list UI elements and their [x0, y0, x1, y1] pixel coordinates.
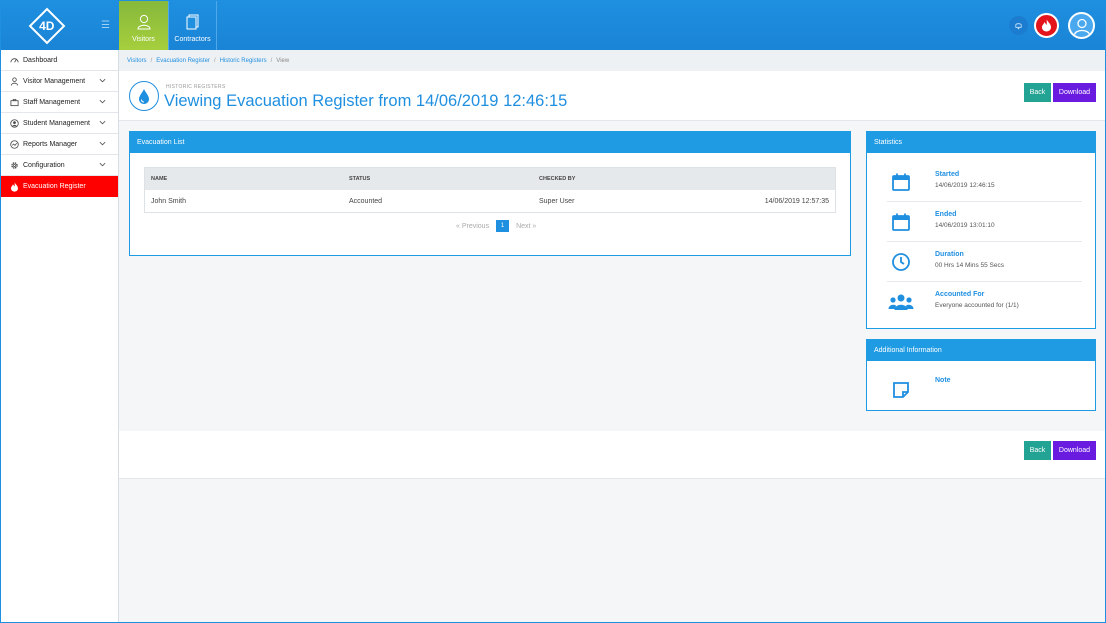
- calendar-icon: [887, 169, 915, 195]
- flame-icon: [1042, 19, 1051, 32]
- student-icon: [10, 118, 19, 128]
- clock-icon: [887, 249, 915, 275]
- drop-icon: [129, 81, 159, 111]
- footer-actions: Back Download: [119, 431, 1105, 479]
- sidebar-item-label: Visitor Management: [23, 77, 86, 85]
- breadcrumb: Visitors / Evacuation Register / Histori…: [119, 50, 1105, 71]
- stat-label: Duration: [935, 251, 964, 258]
- tab-visitors-label: Visitors: [132, 36, 155, 43]
- page-header: HISTORIC REGISTERS Viewing Evacuation Re…: [119, 71, 1105, 121]
- tab-contractors-label: Contractors: [174, 36, 211, 43]
- table-row[interactable]: John Smith Accounted Super User 14/06/20…: [145, 190, 835, 212]
- sidebar-item-label: Reports Manager: [23, 140, 78, 148]
- cell-status: Accounted: [349, 197, 383, 205]
- person-icon: [136, 14, 151, 30]
- sidebar-item-configuration[interactable]: Configuration: [1, 155, 118, 176]
- stat-value: Everyone accounted for (1/1): [935, 302, 1019, 309]
- breadcrumb-historic-registers[interactable]: Historic Registers: [220, 58, 267, 64]
- sidebar-item-reports-manager[interactable]: Reports Manager: [1, 134, 118, 155]
- user-avatar[interactable]: [1068, 12, 1095, 39]
- sidebar-item-evacuation-register[interactable]: Evacuation Register: [1, 176, 118, 197]
- note-icon: [887, 377, 915, 403]
- evacuation-table: NAME STATUS CHECKED BY John Smith Accoun…: [144, 167, 836, 213]
- user-icon: [1073, 18, 1090, 35]
- breadcrumb-evacuation-register[interactable]: Evacuation Register: [156, 58, 210, 64]
- sidebar-item-staff-management[interactable]: Staff Management: [1, 92, 118, 113]
- col-checked-by-header[interactable]: CHECKED BY: [533, 176, 683, 182]
- breadcrumb-visitors[interactable]: Visitors: [127, 58, 147, 64]
- stat-label: Ended: [935, 211, 957, 218]
- stat-value: 00 Hrs 14 Mins 55 Secs: [935, 262, 1005, 269]
- stat-ended: Ended 14/06/2019 13:01:10: [887, 202, 1082, 242]
- chevron-down-icon: [99, 120, 106, 125]
- note-label: Note: [935, 377, 951, 384]
- pagination: « Previous 1 Next »: [456, 220, 536, 232]
- additional-info-panel: Additional Information Note: [866, 339, 1096, 411]
- back-button[interactable]: Back: [1024, 83, 1051, 102]
- tab-visitors[interactable]: Visitors: [119, 1, 168, 50]
- stat-started: Started 14/06/2019 12:46:15: [887, 162, 1082, 202]
- sidebar-item-label: Configuration: [23, 161, 65, 169]
- top-bar: 4D ☰ Visitors Contractors: [1, 1, 1105, 50]
- download-button-bottom[interactable]: Download: [1053, 441, 1096, 460]
- pager-previous[interactable]: Previous: [462, 223, 489, 230]
- flame-icon: [11, 181, 18, 192]
- col-name-header[interactable]: NAME: [145, 176, 343, 182]
- reports-icon: [10, 139, 19, 149]
- person-icon: [10, 76, 19, 86]
- stat-accounted-for: Accounted For Everyone accounted for (1/…: [887, 282, 1082, 322]
- download-button[interactable]: Download: [1053, 83, 1096, 102]
- sidebar-item-label: Student Management: [23, 119, 90, 127]
- statistics-panel: Statistics Started 14/06/2019 12:46:15 E…: [866, 131, 1096, 329]
- calendar-icon: [887, 209, 915, 235]
- stat-value: 14/06/2019 12:46:15: [935, 182, 995, 189]
- evacuation-list-panel: Evacuation List NAME STATUS CHECKED BY J…: [129, 131, 851, 256]
- additional-info-title: Additional Information: [867, 340, 1095, 361]
- back-button-bottom[interactable]: Back: [1024, 441, 1051, 460]
- sidebar-item-label: Dashboard: [23, 56, 58, 64]
- stat-value: 14/06/2019 13:01:10: [935, 222, 995, 229]
- notifications-button[interactable]: [1009, 16, 1028, 35]
- sidebar: Dashboard Visitor Management Staff Manag…: [1, 50, 119, 622]
- cell-timestamp: 14/06/2019 12:57:35: [764, 197, 829, 205]
- chevron-down-icon: [99, 78, 106, 83]
- document-icon: [186, 14, 198, 30]
- pager-page-1[interactable]: 1: [496, 220, 510, 232]
- table-header: NAME STATUS CHECKED BY: [145, 168, 835, 190]
- col-status-header[interactable]: STATUS: [343, 176, 533, 182]
- pager-next[interactable]: Next: [516, 223, 530, 230]
- statistics-title: Statistics: [867, 132, 1095, 153]
- bell-icon: [1015, 23, 1022, 30]
- logo-text: 4D: [38, 18, 55, 33]
- chevron-down-icon: [99, 141, 106, 146]
- tab-contractors[interactable]: Contractors: [168, 1, 217, 50]
- sidebar-item-dashboard[interactable]: Dashboard: [1, 50, 118, 71]
- breadcrumb-current: View: [276, 57, 290, 64]
- menu-toggle-icon[interactable]: ☰: [101, 20, 110, 31]
- stat-label: Accounted For: [935, 291, 985, 298]
- stat-duration: Duration 00 Hrs 14 Mins 55 Secs: [887, 242, 1082, 282]
- pager-next-icon: »: [530, 222, 537, 230]
- evacuation-list-title: Evacuation List: [130, 132, 850, 153]
- chevron-down-icon: [99, 99, 106, 104]
- page-title: Viewing Evacuation Register from 14/06/2…: [164, 92, 568, 110]
- evacuation-alert-button[interactable]: [1034, 13, 1059, 38]
- staff-icon: [10, 98, 19, 106]
- chevron-down-icon: [99, 162, 106, 167]
- cell-checked-by: Super User: [539, 197, 575, 205]
- dashboard-icon: [10, 57, 19, 63]
- sidebar-item-student-management[interactable]: Student Management: [1, 113, 118, 134]
- sidebar-item-label: Staff Management: [23, 98, 81, 106]
- gear-icon: [11, 161, 18, 169]
- sidebar-item-visitor-management[interactable]: Visitor Management: [1, 71, 118, 92]
- stat-label: Started: [935, 171, 960, 178]
- page-subtitle: HISTORIC REGISTERS: [166, 84, 226, 90]
- sidebar-item-label: Evacuation Register: [23, 183, 86, 190]
- group-icon: [887, 289, 915, 315]
- cell-name: John Smith: [151, 197, 187, 205]
- note-item: Note: [887, 370, 1082, 410]
